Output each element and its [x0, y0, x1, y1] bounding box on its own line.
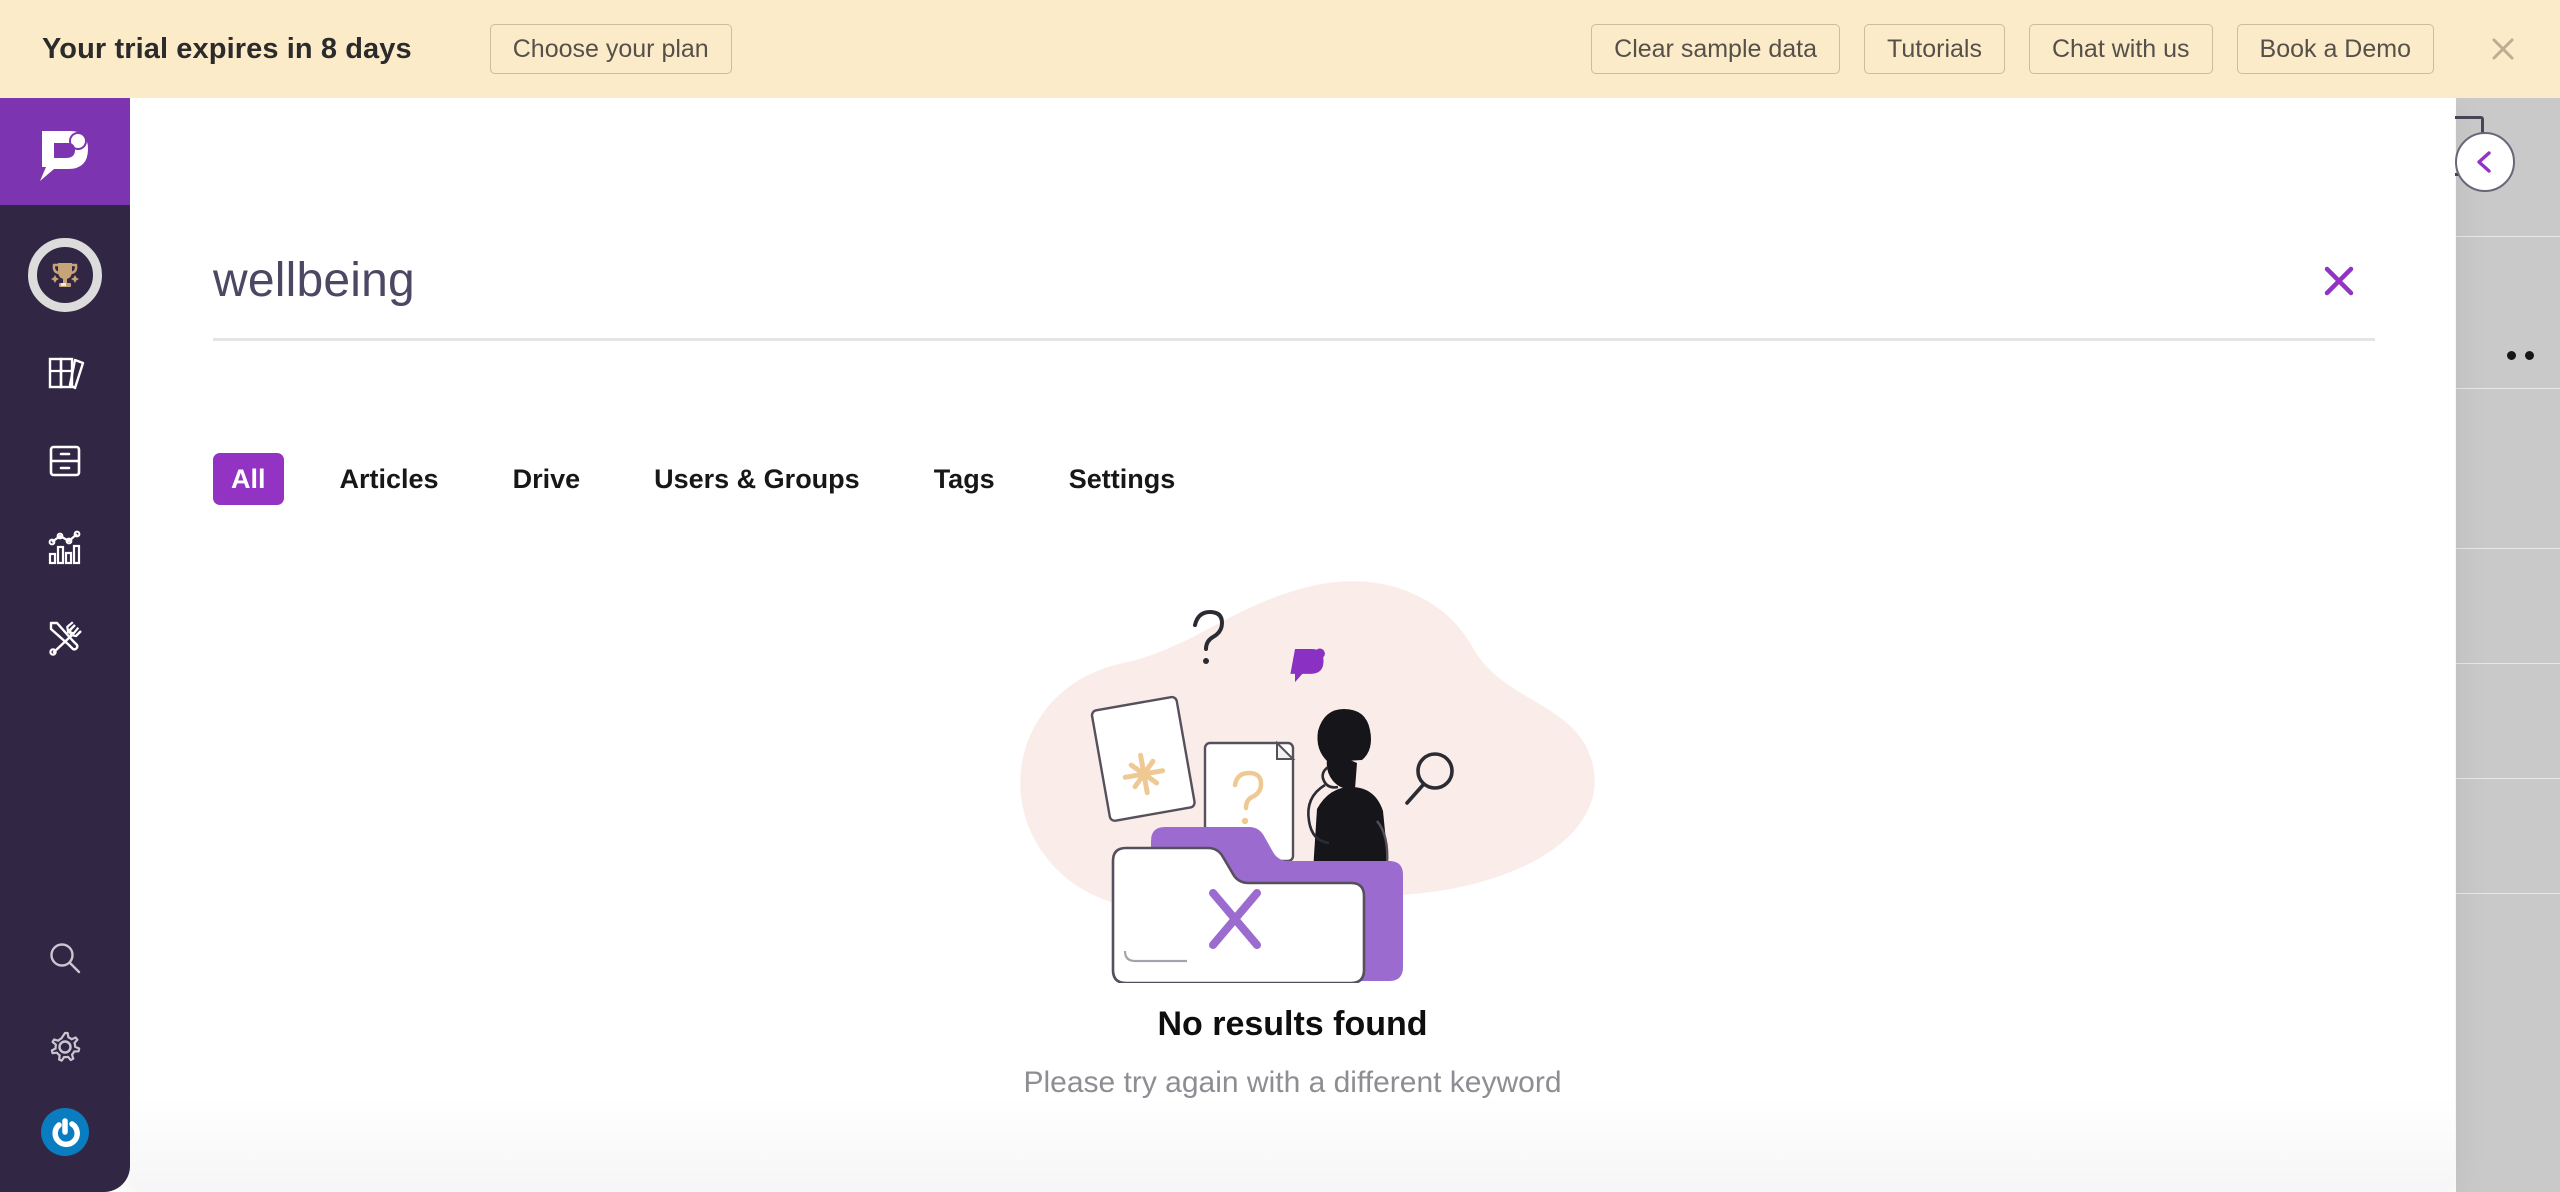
choose-your-plan-button[interactable]: Choose your plan — [489, 23, 732, 75]
sidebar-item-tools[interactable] — [0, 610, 130, 664]
empty-state: No results found Please try again with a… — [130, 553, 2455, 1100]
tab-settings[interactable]: Settings — [1051, 453, 1194, 505]
search-input[interactable] — [213, 253, 2313, 308]
rail-top-group — [0, 205, 130, 664]
trial-banner: Your trial expires in 8 days Choose your… — [0, 0, 2560, 98]
sidebar-item-search[interactable] — [0, 932, 130, 986]
chevron-left-icon — [2477, 151, 2491, 173]
empty-state-subtitle: Please try again with a different keywor… — [1023, 1066, 1562, 1099]
search-bar — [213, 253, 2375, 341]
chat-with-us-button[interactable]: Chat with us — [2028, 23, 2213, 75]
trial-banner-close-button[interactable] — [2476, 22, 2530, 76]
sidebar-item-settings[interactable] — [0, 1020, 130, 1074]
search-modal: All Articles Drive Users & Groups Tags S… — [130, 98, 2455, 1192]
trophy-icon — [51, 263, 79, 287]
rail-bottom-group — [0, 932, 130, 1192]
user-avatar[interactable] — [41, 1108, 89, 1156]
search-scope-tabs: All Articles Drive Users & Groups Tags S… — [213, 453, 1194, 506]
power-avatar-icon — [52, 1118, 80, 1148]
empty-state-title: No results found — [1157, 1005, 1428, 1043]
app-logo[interactable] — [0, 98, 130, 205]
search-icon — [50, 943, 81, 974]
tutorials-button[interactable]: Tutorials — [1864, 23, 2005, 75]
background-overflow-menu[interactable] — [2507, 351, 2534, 360]
sidebar-item-documentation[interactable] — [0, 346, 130, 400]
tab-tags[interactable]: Tags — [916, 453, 1013, 505]
no-results-folder-illustration — [1019, 581, 1595, 983]
tab-drive[interactable]: Drive — [495, 453, 599, 505]
tab-all[interactable]: All — [213, 453, 284, 506]
tab-users-groups[interactable]: Users & Groups — [636, 453, 878, 505]
close-icon — [2492, 38, 2514, 60]
document360-logo-icon — [40, 130, 88, 181]
search-clear-button[interactable] — [2313, 255, 2365, 307]
sidebar-item-drive[interactable] — [0, 434, 130, 488]
clear-sample-data-button[interactable]: Clear sample data — [1591, 23, 1841, 75]
app-root: All Articles Drive Users & Groups Tags S… — [0, 0, 2560, 1192]
sidebar-item-analytics[interactable] — [0, 522, 130, 576]
trial-banner-actions: Clear sample data Tutorials Chat with us… — [1591, 22, 2530, 76]
left-navigation-rail — [0, 98, 130, 1192]
background-right-panel — [2422, 98, 2560, 1192]
trial-banner-message: Your trial expires in 8 days — [42, 32, 412, 65]
gear-icon — [50, 1031, 81, 1062]
tools-icon — [49, 621, 82, 656]
tab-articles[interactable]: Articles — [322, 453, 457, 505]
drive-cabinet-icon — [49, 445, 81, 477]
book-a-demo-button[interactable]: Book a Demo — [2236, 23, 2434, 75]
achievements-badge[interactable] — [28, 238, 102, 312]
collapse-panel-button[interactable] — [2455, 132, 2515, 192]
analytics-chart-icon — [48, 530, 81, 565]
books-icon — [48, 357, 85, 390]
